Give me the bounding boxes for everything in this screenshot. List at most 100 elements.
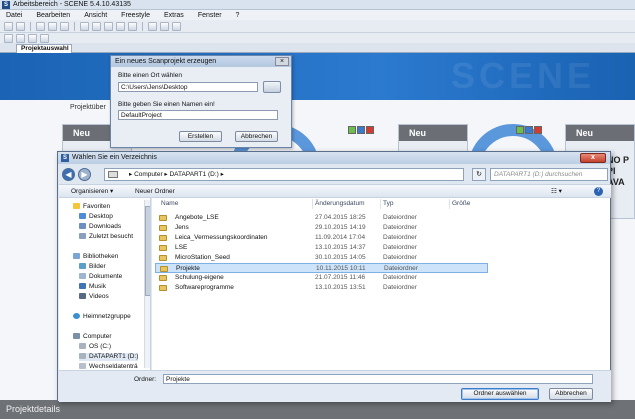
- table-row[interactable]: Softwareprogramme 13.10.2015 13:51 Datei…: [155, 283, 488, 293]
- pan-icon[interactable]: [160, 21, 169, 31]
- cancel-button[interactable]: Abbrechen: [549, 388, 593, 400]
- 3d-view-icon[interactable]: [104, 21, 113, 31]
- name-label: Bitte geben Sie einen Namen ein!: [118, 101, 215, 108]
- select-folder-button[interactable]: Ordner auswählen: [461, 388, 539, 400]
- back-icon[interactable]: ◀: [62, 168, 75, 181]
- nav-item-heimnetzgruppe[interactable]: Heimnetzgruppe: [73, 313, 131, 321]
- table-row[interactable]: Leica_Vermessungskoordinaten 11.09.2014 …: [155, 233, 488, 243]
- measure-icon[interactable]: [116, 21, 125, 31]
- search-input[interactable]: DATAPART1 (D:) durchsuchen: [490, 168, 608, 181]
- layers-icon[interactable]: [28, 33, 37, 43]
- nav-item-os-c[interactable]: OS (C:): [79, 343, 111, 351]
- help-icon[interactable]: [60, 21, 69, 31]
- table-row[interactable]: Jens 29.10.2015 14:19 Dateiordner: [155, 223, 488, 233]
- close-icon[interactable]: ×: [275, 57, 289, 66]
- computer-icon: [108, 171, 118, 178]
- nav-item-dokumente[interactable]: Dokumente: [79, 273, 122, 281]
- nav-item-datapart1[interactable]: DATAPART1 (D:): [79, 353, 139, 361]
- navigation-bar: ◀ ▶ ▸ Computer ▸ DATAPART1 (D:) ▸ ↻ DATA…: [62, 167, 608, 181]
- nav-item-musik[interactable]: Musik: [79, 283, 106, 291]
- menu-freestyle[interactable]: Freestyle: [115, 12, 158, 19]
- menu-fenster[interactable]: Fenster: [192, 12, 230, 19]
- help-icon[interactable]: ?: [594, 187, 603, 196]
- browse-folder-button[interactable]: [263, 81, 281, 93]
- nav-item-downloads[interactable]: Downloads: [79, 223, 121, 231]
- folder-icon: [159, 245, 167, 251]
- nav-item-computer[interactable]: Computer: [73, 333, 112, 341]
- layout-icon[interactable]: [16, 33, 25, 43]
- toolbar-separator: [74, 21, 75, 31]
- computer-icon: [73, 333, 80, 339]
- table-row[interactable]: Angebote_LSE 27.04.2015 18:25 Dateiordne…: [155, 213, 488, 223]
- address-bar[interactable]: ▸ Computer ▸ DATAPART1 (D:) ▸: [104, 168, 464, 181]
- edit-icon[interactable]: [357, 126, 365, 134]
- drive-icon: [79, 343, 86, 349]
- column-separator[interactable]: [449, 199, 450, 209]
- delete-icon[interactable]: [534, 126, 542, 134]
- music-icon: [79, 283, 86, 289]
- create-dialog-title: Ein neues Scanprojekt erzeugen: [115, 58, 217, 65]
- nav-item-bilder[interactable]: Bilder: [79, 263, 106, 271]
- edit-icon[interactable]: [525, 126, 533, 134]
- drive-icon: [79, 353, 86, 359]
- cancel-button[interactable]: Abbrechen: [235, 131, 278, 142]
- forward-icon[interactable]: ▶: [78, 168, 91, 181]
- table-row-selected[interactable]: Projekte 10.11.2015 10:11 Dateiordner: [155, 263, 488, 273]
- column-size[interactable]: Größe: [452, 200, 470, 207]
- add-icon[interactable]: [348, 126, 356, 134]
- undo-icon[interactable]: [36, 21, 45, 31]
- menu-help[interactable]: ?: [230, 12, 248, 19]
- column-date[interactable]: Änderungsdatum: [315, 200, 365, 207]
- refresh-icon[interactable]: ↻: [472, 168, 486, 181]
- menubar: Datei Bearbeiten Ansicht Freestyle Extra…: [0, 10, 635, 20]
- zoom-icon[interactable]: [148, 21, 157, 31]
- column-name[interactable]: Name: [161, 200, 178, 207]
- filter-icon[interactable]: [128, 21, 137, 31]
- create-button[interactable]: Erstellen: [179, 131, 222, 142]
- nav-item-videos[interactable]: Videos: [79, 293, 109, 301]
- settings-icon[interactable]: [40, 33, 49, 43]
- column-separator[interactable]: [380, 199, 381, 209]
- menu-bearbeiten[interactable]: Bearbeiten: [30, 12, 78, 19]
- column-separator[interactable]: [312, 199, 313, 209]
- select-icon[interactable]: [172, 21, 181, 31]
- tab-row: Projektauswahl: [0, 43, 635, 53]
- menu-datei[interactable]: Datei: [0, 12, 30, 19]
- create-project-dialog: Ein neues Scanprojekt erzeugen × Bitte e…: [110, 55, 292, 148]
- project-name-field[interactable]: DefaultProject: [118, 110, 278, 120]
- card-actions: [348, 126, 374, 134]
- column-type[interactable]: Typ: [383, 200, 393, 207]
- nav-item-favoriten[interactable]: Favoriten: [73, 203, 110, 211]
- card-actions: [516, 126, 542, 134]
- nav-item-bibliotheken[interactable]: Bibliotheken: [73, 253, 118, 261]
- table-row[interactable]: LSE 13.10.2015 14:37 Dateiordner: [155, 243, 488, 253]
- folder-name-field[interactable]: Projekte: [163, 374, 593, 384]
- redo-icon[interactable]: [48, 21, 57, 31]
- recent-icon: [79, 233, 86, 239]
- scene-logo-icon: S: [2, 0, 10, 9]
- add-icon[interactable]: [516, 126, 524, 134]
- menu-extras[interactable]: Extras: [158, 12, 192, 19]
- workspace-icon[interactable]: [4, 33, 13, 43]
- delete-icon[interactable]: [366, 126, 374, 134]
- location-field[interactable]: C:\Users\Jens\Desktop: [118, 82, 258, 92]
- secondary-toolbar: [0, 33, 635, 43]
- view-icon[interactable]: [80, 21, 89, 31]
- organize-button[interactable]: Organisieren ▾: [71, 187, 113, 196]
- tab-projektauswahl[interactable]: Projektauswahl: [16, 44, 72, 53]
- menu-ansicht[interactable]: Ansicht: [78, 12, 115, 19]
- toolbar-separator: [142, 21, 143, 31]
- new-folder-button[interactable]: Neuer Ordner: [135, 187, 175, 196]
- nav-item-recent[interactable]: Zuletzt besucht: [79, 233, 133, 241]
- table-row[interactable]: MicroStation_Seed 30.10.2015 14:05 Datei…: [155, 253, 488, 263]
- grid-icon[interactable]: [92, 21, 101, 31]
- nav-item-removable[interactable]: Wechseldatenträ: [79, 363, 138, 370]
- open-icon[interactable]: [4, 21, 13, 31]
- close-icon[interactable]: x: [580, 153, 606, 163]
- table-row[interactable]: Schulung-eigene 21.07.2015 11:46 Dateior…: [155, 273, 488, 283]
- nav-item-desktop[interactable]: Desktop: [79, 213, 113, 221]
- save-icon[interactable]: [16, 21, 25, 31]
- view-options-icon[interactable]: ☷ ▾: [551, 187, 562, 196]
- nav-scrollbar-thumb[interactable]: [145, 206, 150, 296]
- nav-scrollbar[interactable]: [144, 200, 150, 368]
